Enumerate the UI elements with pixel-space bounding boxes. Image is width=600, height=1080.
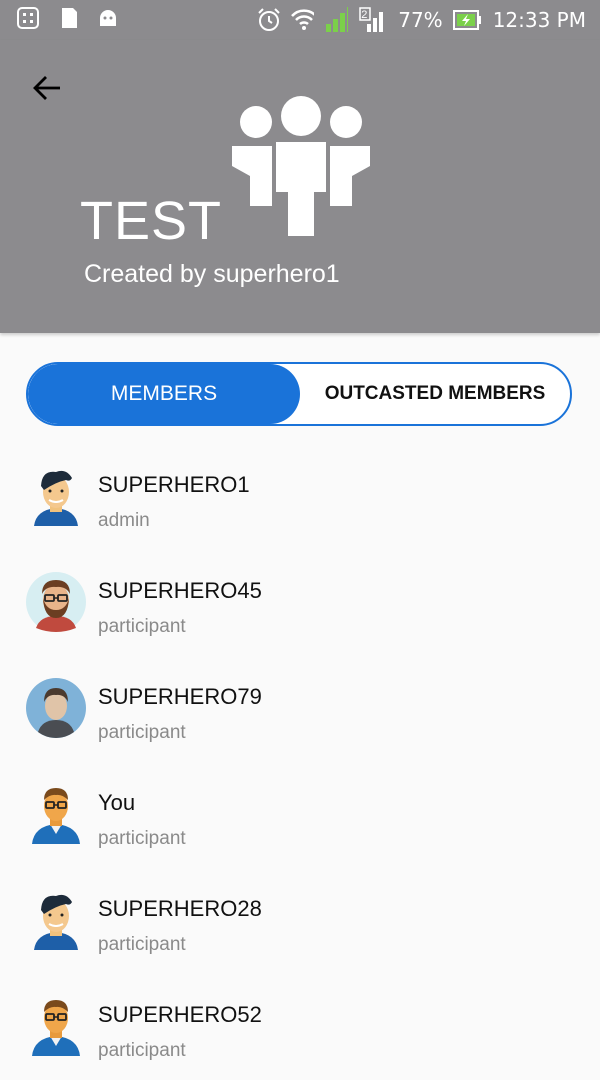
- member-name: SUPERHERO1: [98, 472, 250, 497]
- list-item[interactable]: SUPERHERO1 admin: [0, 444, 600, 550]
- sim-slot-label: 2: [361, 9, 368, 21]
- list-item[interactable]: SUPERHERO52 participant: [0, 974, 600, 1080]
- android-icon: [96, 6, 120, 30]
- clock: 12:33 PM: [492, 8, 586, 32]
- battery-charging-icon: [452, 8, 483, 32]
- wifi-icon: [290, 8, 315, 32]
- man-dark-hair-icon: [34, 894, 78, 950]
- grid-app-icon: [16, 6, 40, 30]
- members-list: SUPERHERO1 admin SUPERHERO45 participant…: [0, 444, 600, 1080]
- signal-green-icon: [324, 7, 349, 32]
- tab-outcasted-members[interactable]: OUTCASTED MEMBERS: [300, 364, 570, 424]
- battery-percent: 77%: [398, 8, 443, 32]
- member-tabs: MEMBERS OUTCASTED MEMBERS: [26, 362, 572, 426]
- member-role: participant: [98, 934, 186, 955]
- group-title: TEST: [80, 191, 223, 251]
- member-name: SUPERHERO52: [98, 1002, 262, 1027]
- man-glasses-orange-icon: [32, 788, 80, 844]
- list-item[interactable]: SUPERHERO79 participant: [0, 656, 600, 762]
- member-name: SUPERHERO28: [98, 896, 262, 921]
- alarm-icon: [256, 8, 280, 32]
- member-role: participant: [98, 1040, 186, 1061]
- list-item[interactable]: SUPERHERO45 participant: [0, 550, 600, 656]
- man-glasses-orange-icon: [32, 1000, 80, 1056]
- status-bar: 2 77% 12:33 PM: [0, 0, 600, 40]
- group-header: TEST Created by superhero1: [0, 40, 600, 333]
- signal-sim2-icon: 2: [358, 7, 388, 32]
- list-item[interactable]: You participant: [0, 762, 600, 868]
- member-role: admin: [98, 510, 150, 531]
- back-button[interactable]: [26, 70, 68, 106]
- group-icon: [232, 96, 370, 236]
- member-role: participant: [98, 828, 186, 849]
- list-item[interactable]: SUPERHERO28 participant: [0, 868, 600, 974]
- group-creator: Created by superhero1: [84, 260, 340, 288]
- tab-members[interactable]: MEMBERS: [28, 364, 300, 424]
- person-silhouette-icon: [26, 678, 86, 738]
- member-name: You: [98, 790, 136, 815]
- member-role: participant: [98, 616, 186, 637]
- sd-card-icon: [56, 6, 80, 30]
- member-name: SUPERHERO45: [98, 578, 262, 603]
- bearded-man-glasses-icon: [26, 572, 86, 632]
- arrow-left-icon: [33, 76, 60, 100]
- member-name: SUPERHERO79: [98, 684, 262, 709]
- member-role: participant: [98, 722, 186, 743]
- man-dark-hair-icon: [34, 470, 78, 526]
